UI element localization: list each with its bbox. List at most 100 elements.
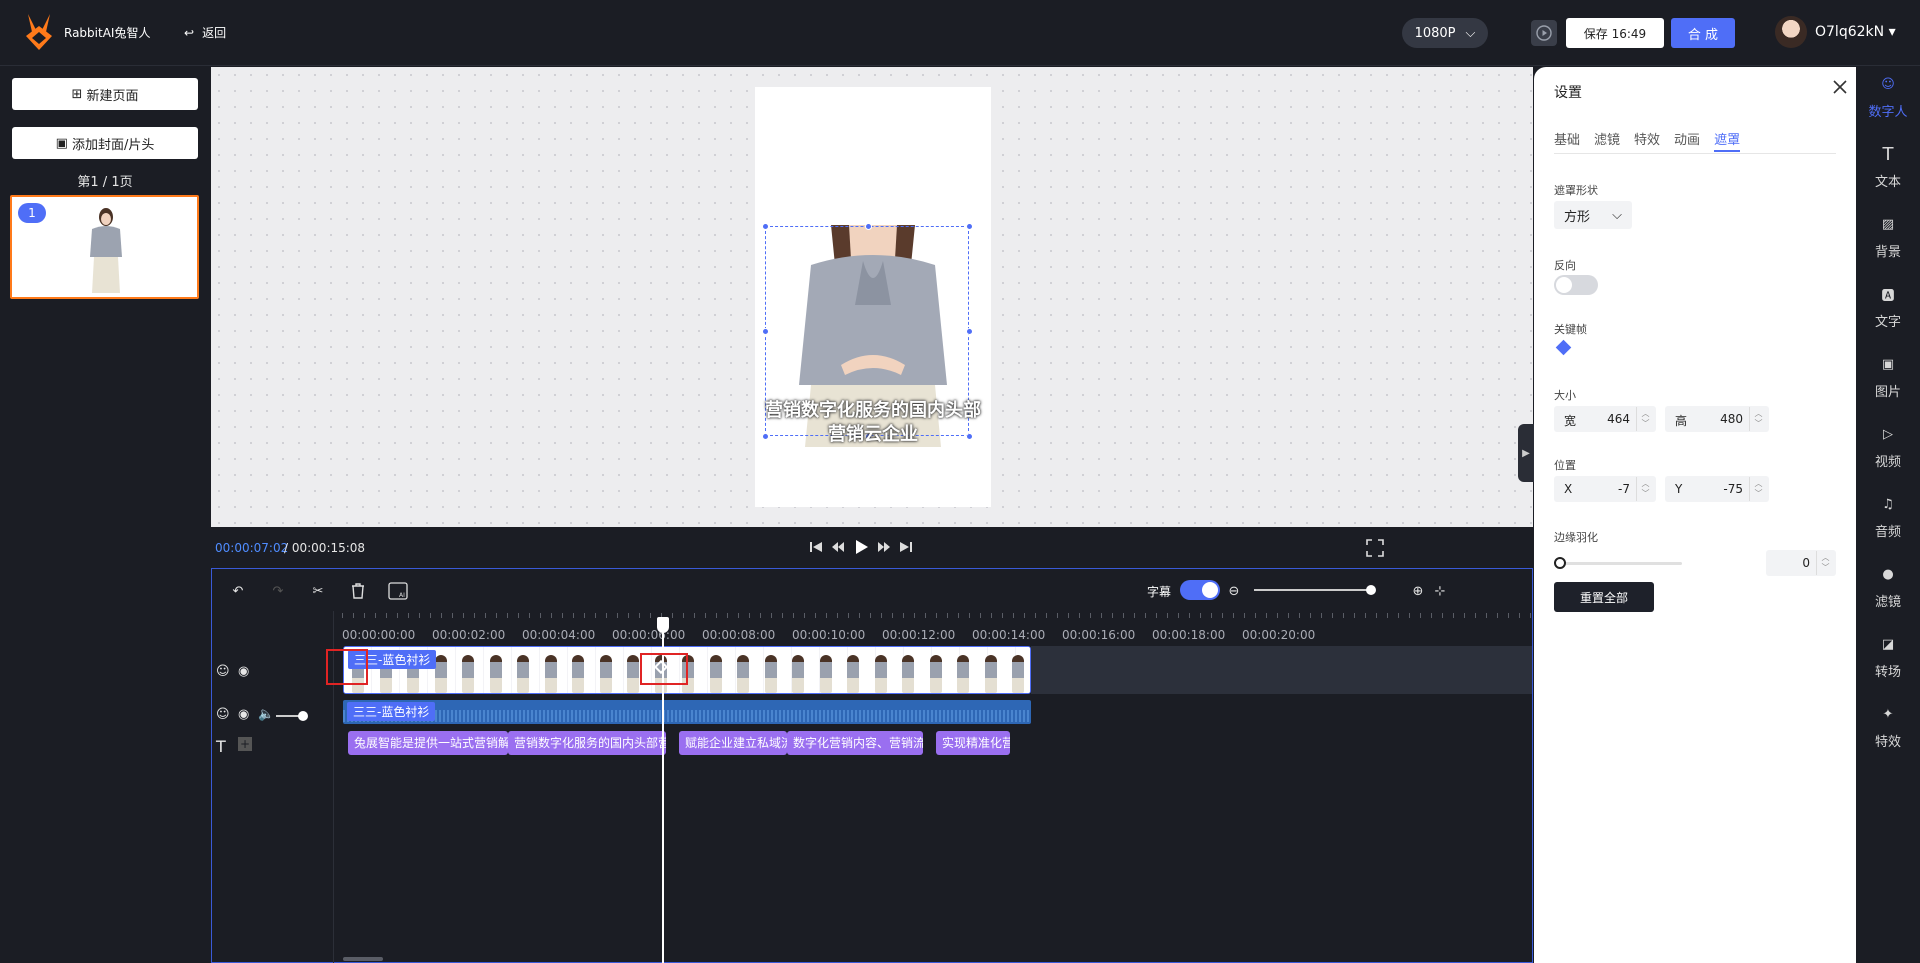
undo-icon[interactable]: ↶ (228, 581, 248, 601)
width-stepper[interactable]: ︿ ﹀ (1636, 407, 1654, 431)
resolution-select[interactable]: 1080P ⌵ (1402, 18, 1488, 48)
tab-basic[interactable]: 基础 (1554, 129, 1580, 152)
subtitle-clip[interactable]: 实现精准化营销 (936, 731, 1010, 755)
resize-handle[interactable] (762, 223, 769, 230)
ai-tool-icon[interactable]: AI (388, 581, 408, 601)
feather-slider-track[interactable] (1554, 562, 1682, 565)
subtitle-clip[interactable]: 营销数字化服务的国内头部营销云企业 (508, 731, 666, 755)
tab-filter[interactable]: 滤镜 (1594, 129, 1620, 152)
reset-all-button[interactable]: 重置全部 (1554, 582, 1654, 612)
digital-human-track-icon: ☺ (216, 664, 230, 679)
preview-play-button[interactable] (1531, 20, 1557, 46)
nav-label: 特效 (1874, 734, 1901, 750)
split-scissors-icon[interactable]: ✂ (308, 581, 328, 601)
page-thumbnail[interactable]: 1 (10, 195, 199, 299)
resize-handle[interactable] (865, 223, 872, 230)
skip-start-icon[interactable] (809, 540, 823, 554)
feather-field[interactable]: 0 ︿ ﹀ (1766, 550, 1836, 576)
tab-effects[interactable]: 特效 (1634, 129, 1660, 152)
height-stepper[interactable]: ︿ ﹀ (1749, 407, 1767, 431)
step-back-icon[interactable] (831, 540, 845, 554)
nav-font[interactable]: 🅰 文字 (1856, 277, 1920, 337)
volume-slider-knob[interactable] (298, 711, 308, 721)
subtitle-clip[interactable]: 数字化营销内容、营销流程... (787, 731, 923, 755)
step-forward-icon[interactable] (877, 540, 891, 554)
new-page-label: 新建页面 (86, 88, 139, 104)
subtitle-clip[interactable]: 赋能企业建立私域流量池 (679, 731, 787, 755)
feather-slider-knob[interactable] (1554, 557, 1566, 569)
ruler-tick-label: 00:00:00:00 (342, 628, 416, 642)
redo-icon[interactable]: ↷ (268, 581, 288, 601)
back-label: 返回 (202, 26, 227, 40)
x-position-field[interactable]: X -7 ︿ ﹀ (1554, 476, 1656, 502)
audio-icon: ♫ (1882, 497, 1894, 512)
new-page-button[interactable]: ⊞ 新建页面 (12, 78, 198, 110)
tab-mask[interactable]: 遮罩 (1714, 129, 1741, 152)
width-value: 464 (1607, 412, 1630, 426)
nav-effects[interactable]: ✦ 特效 (1856, 697, 1920, 757)
zoom-slider-track[interactable] (1254, 589, 1372, 591)
background-icon: ▨ (1881, 217, 1895, 232)
keyframe-diamond-icon[interactable] (1555, 339, 1572, 356)
x-stepper[interactable]: ︿ ﹀ (1636, 477, 1654, 501)
nav-audio[interactable]: ♫ 音频 (1856, 487, 1920, 547)
reverse-toggle[interactable] (1554, 275, 1598, 295)
add-cover-button[interactable]: ▣ 添加封面/片头 (12, 127, 198, 159)
nav-digital-human[interactable]: ☺ 数字人 (1856, 67, 1920, 127)
y-stepper[interactable]: ︿ ﹀ (1749, 477, 1767, 501)
zoom-slider-knob[interactable] (1366, 585, 1376, 595)
feather-stepper[interactable]: ︿ ﹀ (1816, 551, 1834, 575)
nav-transition[interactable]: ◪ 转场 (1856, 627, 1920, 687)
nav-label: 滤镜 (1874, 594, 1901, 610)
mask-shape-label: 遮罩形状 (1554, 184, 1598, 197)
close-icon[interactable] (1830, 77, 1850, 97)
y-position-field[interactable]: Y -75 ︿ ﹀ (1665, 476, 1769, 502)
save-button[interactable]: 保存 16:49 (1566, 18, 1664, 48)
volume-icon[interactable]: 🔈 (258, 707, 274, 722)
zoom-out-icon[interactable]: ⊖ (1224, 581, 1244, 601)
height-field[interactable]: 高 480 ︿ ﹀ (1665, 406, 1769, 432)
subtitle-clip[interactable]: 兔展智能是提供一站式营销解决方案 (348, 731, 508, 755)
subtitle-toggle[interactable] (1180, 580, 1220, 600)
height-value: 480 (1720, 412, 1743, 426)
collapse-panel-button[interactable]: ▶ (1518, 424, 1534, 482)
nav-text[interactable]: T 文本 (1856, 137, 1920, 197)
tab-animation[interactable]: 动画 (1674, 129, 1700, 152)
add-subtitle-icon[interactable]: + (238, 737, 252, 751)
audio-waveform (343, 710, 1031, 722)
total-time: / 00:00:15:08 (284, 541, 366, 555)
resize-handle[interactable] (966, 328, 973, 335)
skip-end-icon[interactable] (899, 540, 913, 554)
y-field-label: Y (1675, 482, 1683, 496)
width-field[interactable]: 宽 464 ︿ ﹀ (1554, 406, 1656, 432)
resize-handle[interactable] (966, 223, 973, 230)
avatar[interactable] (1775, 16, 1807, 48)
delete-trash-icon[interactable] (348, 581, 368, 601)
eye-icon[interactable]: ◉ (238, 707, 249, 722)
timeline-scrollbar[interactable] (343, 957, 383, 961)
zoom-in-icon[interactable]: ⊕ (1408, 581, 1428, 601)
audio-clip-label: 三三-蓝色衬衫 (347, 702, 436, 721)
nav-video[interactable]: ▷ 视频 (1856, 417, 1920, 477)
mask-shape-select[interactable]: 方形 ⌵ (1554, 201, 1632, 229)
brand-name: RabbitAI兔智人 (64, 26, 151, 40)
nav-filter[interactable]: ● 滤镜 (1856, 557, 1920, 617)
audio-clip[interactable]: 三三-蓝色衬衫 (343, 700, 1031, 724)
size-label: 大小 (1554, 389, 1576, 402)
fit-timeline-icon[interactable]: ⊹ (1430, 581, 1450, 601)
nav-background[interactable]: ▨ 背景 (1856, 207, 1920, 267)
eye-icon[interactable]: ◉ (238, 664, 249, 679)
username-menu[interactable]: O7lq62kN ▾ (1815, 24, 1896, 40)
resize-handle[interactable] (762, 328, 769, 335)
nav-image[interactable]: ▣ 图片 (1856, 347, 1920, 407)
video-frame-thumbnail (929, 655, 942, 693)
compose-button[interactable]: 合 成 (1671, 18, 1735, 48)
preview-canvas[interactable]: 营销数字化服务的国内头部营销云企业 (211, 67, 1533, 527)
effects-icon: ✦ (1882, 707, 1894, 722)
back-button[interactable]: ↩ 返回 (184, 24, 226, 41)
pages-panel: ⊞ 新建页面 ▣ 添加封面/片头 第1 / 1页 1 (0, 67, 210, 963)
playhead-handle[interactable] (657, 617, 669, 633)
fullscreen-icon[interactable] (1366, 539, 1384, 557)
play-icon[interactable] (853, 539, 869, 555)
canvas-subtitle[interactable]: 营销数字化服务的国内头部营销云企业 (757, 399, 989, 447)
